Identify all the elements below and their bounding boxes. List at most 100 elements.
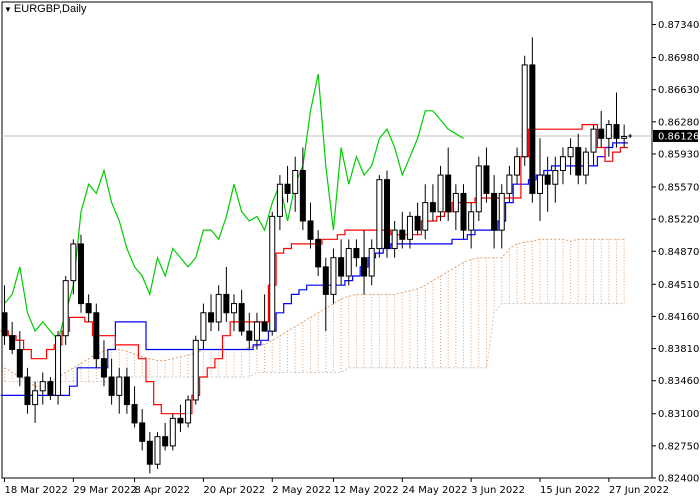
bear-candle — [460, 192, 467, 231]
bull-candle — [521, 64, 528, 158]
y-tick-label: 0.84510 — [658, 280, 699, 291]
y-tick-label: 0.86280 — [658, 117, 699, 128]
bear-candle — [284, 183, 291, 194]
bull-candle — [605, 124, 612, 139]
bear-candle — [399, 229, 406, 240]
price-chart[interactable]: 0.87340 0.86980 0.86630 0.86280 0.85930 0.855… — [0, 0, 700, 500]
bear-candle — [146, 440, 153, 465]
y-tick-label: 0.83460 — [658, 376, 699, 387]
bull-candle — [437, 174, 444, 213]
bear-candle — [322, 266, 329, 295]
last-price-marker — [628, 133, 633, 138]
y-tick-label: 0.83100 — [658, 409, 699, 420]
bull-candle — [559, 156, 566, 171]
bear-candle — [261, 321, 268, 332]
bull-candle — [368, 248, 375, 277]
bear-candle — [246, 330, 253, 341]
bull-candle — [185, 399, 192, 424]
y-tick-label: 0.85930 — [658, 149, 699, 160]
x-tick-label: 24 May 2022 — [402, 485, 467, 496]
bear-candle — [315, 238, 322, 268]
bear-candle — [338, 257, 345, 277]
bull-candle — [514, 156, 521, 176]
bull-candle — [253, 321, 260, 341]
bear-candle — [361, 257, 368, 277]
y-tick-label: 0.84160 — [658, 312, 699, 323]
bear-candle — [1, 312, 8, 337]
current-price-label: 0.86126 — [658, 131, 699, 142]
bull-candle — [498, 192, 505, 231]
bull-candle — [506, 174, 513, 194]
bear-candle — [16, 348, 23, 378]
bull-candle — [32, 390, 39, 406]
bull-candle — [475, 165, 482, 213]
bear-candle — [9, 335, 16, 350]
bull-candle — [55, 335, 62, 396]
bull-candle — [537, 174, 543, 194]
bear-candle — [575, 147, 582, 176]
bear-candle — [613, 124, 620, 139]
bull-candle — [391, 229, 398, 250]
bear-candle — [131, 404, 138, 424]
bull-candle — [269, 215, 276, 332]
plot-frame — [1, 1, 653, 479]
bear-candle — [544, 174, 551, 185]
bear-candle — [353, 248, 360, 259]
bull-candle — [567, 147, 574, 158]
bull-candle — [116, 376, 123, 396]
bear-candle — [598, 128, 605, 139]
bull-candle — [452, 192, 459, 213]
bull-candle — [70, 243, 77, 282]
x-tick-label: 8 Apr 2022 — [135, 485, 190, 496]
bull-candle — [292, 169, 299, 194]
bull-candle — [621, 136, 628, 139]
bear-candle — [162, 436, 169, 447]
bear-candle — [139, 422, 146, 442]
bull-candle — [330, 257, 337, 295]
bear-candle — [108, 376, 115, 396]
bull-candle — [406, 215, 413, 240]
y-tick-label: 0.84870 — [658, 247, 699, 258]
bear-candle — [299, 169, 306, 222]
y-tick-label: 0.86980 — [658, 53, 699, 64]
x-tick-label: 2 May 2022 — [272, 485, 331, 496]
bear-candle — [384, 179, 390, 250]
bear-candle — [223, 293, 230, 314]
bear-candle — [47, 381, 54, 396]
x-tick-label: 3 Jun 2022 — [471, 485, 525, 496]
y-tick-label: 0.82750 — [658, 441, 699, 452]
bear-candle — [529, 64, 536, 194]
bull-candle — [215, 293, 222, 323]
y-tick-label: 0.83810 — [658, 344, 699, 355]
bull-candle — [552, 169, 559, 185]
x-tick-label: 20 Apr 2022 — [203, 485, 265, 496]
bear-candle — [483, 165, 490, 194]
bull-candle — [39, 381, 46, 392]
bull-candle — [276, 183, 283, 217]
bear-candle — [24, 376, 31, 406]
bull-candle — [590, 128, 597, 153]
x-tick-label: 27 Jun 2022 — [609, 485, 669, 496]
bull-candle — [582, 151, 589, 176]
bear-candle — [100, 358, 107, 378]
bear-candle — [93, 312, 100, 360]
bull-candle — [169, 417, 176, 447]
bear-candle — [238, 303, 245, 332]
bull-candle — [192, 339, 199, 401]
bear-candle — [123, 376, 130, 406]
y-tick-label: 0.87340 — [658, 20, 699, 31]
x-tick-label: 15 Jun 2022 — [540, 485, 600, 496]
y-tick-label: 0.82400 — [658, 474, 699, 485]
x-tick-label: 12 May 2022 — [333, 485, 398, 496]
bear-candle — [85, 303, 92, 314]
bull-candle — [376, 179, 383, 250]
y-tick-label: 0.86630 — [658, 85, 699, 96]
bull-candle — [62, 280, 69, 337]
bear-candle — [491, 192, 498, 231]
bear-candle — [429, 202, 436, 213]
bear-candle — [307, 220, 314, 240]
bear-candle — [177, 417, 184, 424]
bull-candle — [200, 312, 207, 341]
bull-candle — [154, 436, 161, 465]
y-tick-label: 0.85570 — [658, 183, 699, 194]
